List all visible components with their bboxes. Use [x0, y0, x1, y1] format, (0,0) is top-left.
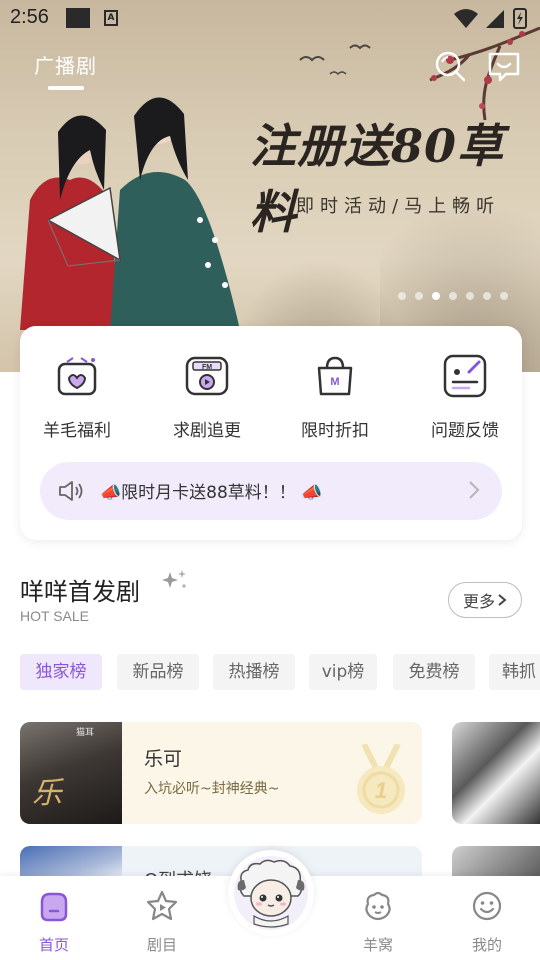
tab-free-rank[interactable]: 免费榜 — [393, 654, 475, 690]
smile-face-icon — [472, 891, 502, 921]
svg-text:M: M — [330, 376, 339, 388]
nav-home[interactable]: 首页 — [14, 890, 94, 955]
nav-drama-list[interactable]: 剧目 — [122, 890, 202, 955]
tab-radio-drama[interactable]: 广播剧 — [34, 50, 97, 79]
pagination-dot[interactable] — [398, 292, 406, 300]
pagination-dot[interactable] — [500, 292, 508, 300]
drama-desc: 入坑必听~封神经典~ — [144, 781, 280, 797]
discount-bag-icon: M — [317, 356, 353, 396]
banner-characters-illustration — [20, 97, 240, 330]
nav-label: 羊窝 — [362, 936, 393, 954]
banner-pagination — [398, 292, 508, 300]
announcement-bar[interactable]: 📣限时月卡送88草料！！ 📣 — [40, 462, 502, 520]
svg-text:FM: FM — [202, 364, 212, 371]
pagination-dot[interactable] — [483, 292, 491, 300]
drama-cover-side[interactable] — [452, 722, 540, 824]
announcement-text: 📣限时月卡送88草料！！ 📣 — [100, 483, 323, 503]
fm-radio-icon: FM — [185, 356, 229, 396]
rank-medal-icon: 1 — [357, 744, 405, 814]
nav-sheep-nest[interactable]: 羊窝 — [338, 890, 418, 955]
quick-menu-card: 羊毛福利 FM 求剧追更 M 限时折扣 问题反馈 📣限时月卡送88草料！！ 📣 — [20, 326, 522, 540]
more-button[interactable]: 更多 — [448, 582, 522, 618]
rank-card[interactable]: 猫耳 乐 乐可 入坑必听~封神经典~ 1 — [20, 722, 422, 824]
speaker-icon — [59, 481, 83, 501]
section-subtitle: HOT SALE — [20, 608, 89, 624]
tab-korean-rank[interactable]: 韩抓 — [489, 654, 540, 690]
section-title: 咩咩首发剧 — [20, 578, 140, 606]
nav-mine[interactable]: 我的 — [447, 890, 527, 955]
quick-item-limited-discount[interactable]: M 限时折扣 — [280, 352, 390, 441]
feedback-icon — [443, 354, 487, 398]
drama-cover: 猫耳 乐 — [20, 722, 122, 824]
quick-item-feedback[interactable]: 问题反馈 — [410, 352, 520, 441]
status-icons — [454, 8, 527, 29]
play-star-icon — [146, 890, 178, 921]
banner-promo-subtitle: 即时活动/马上畅听 — [296, 196, 501, 217]
tab-hot-rank[interactable]: 热播榜 — [213, 654, 295, 690]
banner-promo-title: 注册送80草料 — [250, 119, 505, 239]
pagination-dot[interactable] — [466, 292, 474, 300]
chevron-right-icon — [469, 481, 480, 499]
pagination-dot-active[interactable] — [432, 292, 440, 300]
quick-item-label: 羊毛福利 — [43, 421, 111, 441]
rank-number: 1 — [375, 778, 387, 803]
tab-active-indicator — [48, 86, 84, 90]
message-icon[interactable] — [486, 48, 522, 84]
quick-item-label: 限时折扣 — [301, 421, 369, 441]
tab-new-rank[interactable]: 新品榜 — [117, 654, 199, 690]
cover-badge: 猫耳 — [76, 728, 95, 738]
a-badge-icon: A — [104, 10, 118, 26]
wifi-icon — [454, 9, 478, 28]
chevron-right-icon — [498, 594, 507, 606]
nav-label: 首页 — [38, 936, 69, 954]
status-time: 2:56 — [10, 6, 49, 28]
status-bar: 2:56 A — [0, 0, 540, 36]
gift-box-icon — [57, 357, 97, 396]
pagination-dot[interactable] — [415, 292, 423, 300]
sheep-head-icon — [365, 891, 391, 921]
quick-item-label: 问题反馈 — [431, 421, 499, 441]
quick-item-wool-welfare[interactable]: 羊毛福利 — [22, 352, 132, 441]
home-icon — [40, 892, 68, 922]
notification-square-icon — [66, 8, 90, 28]
drama-title: 乐可 — [144, 748, 183, 770]
cover-title-art: 乐 — [32, 776, 62, 811]
signal-icon — [486, 10, 504, 28]
center-mascot-button[interactable] — [228, 850, 314, 936]
pagination-dot[interactable] — [449, 292, 457, 300]
sheep-mascot-icon — [234, 856, 308, 930]
nav-label: 我的 — [471, 936, 502, 954]
tab-exclusive-rank[interactable]: 独家榜 — [20, 654, 102, 690]
nav-label: 剧目 — [146, 936, 177, 954]
sparkle-icon — [162, 570, 186, 588]
quick-item-label: 求剧追更 — [173, 421, 241, 441]
search-icon[interactable] — [432, 48, 468, 84]
tab-vip-rank[interactable]: vip榜 — [309, 654, 377, 690]
quick-item-request-update[interactable]: FM 求剧追更 — [152, 352, 262, 441]
more-label: 更多 — [462, 592, 495, 611]
